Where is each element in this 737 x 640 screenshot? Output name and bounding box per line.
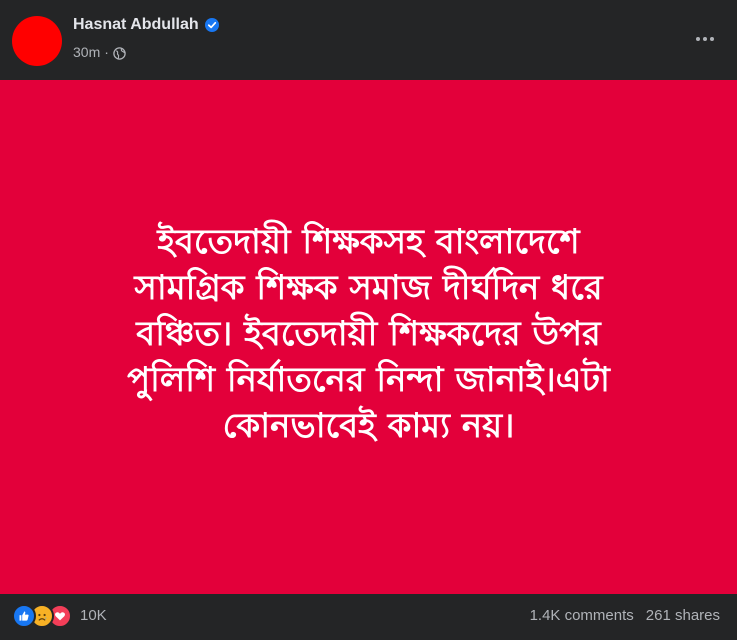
banner-text: ইবতেদায়ী শিক্ষকসহ বাংলাদেশে সামগ্রিক শি… [49,219,689,449]
reactions-summary[interactable]: 10K [12,604,107,628]
banner-line: কোনভাবেই কাম্য নয়। [222,406,515,446]
post-header: Hasnat Abdullah 30m · [0,0,737,80]
comments-count[interactable]: 1.4K comments [530,606,634,626]
post-timestamp[interactable]: 30m [73,43,100,61]
post-card: Hasnat Abdullah 30m · ইবতেদায়ী শিক্ষকসহ… [0,0,737,640]
author-row: Hasnat Abdullah [73,15,219,35]
globe-icon[interactable] [113,46,126,60]
dot-icon [703,37,707,41]
meta-separator: · [104,44,109,60]
more-options-button[interactable] [687,24,723,54]
reaction-count[interactable]: 10K [80,606,107,626]
banner-line: পুলিশি নির্যাতনের নিন্দা জানাই।এটা [127,360,610,400]
avatar[interactable] [12,16,62,66]
post-footer: 10K 1.4K comments 261 shares [0,594,737,640]
verified-badge-icon [204,18,219,32]
engagement-stats: 1.4K comments 261 shares [530,606,720,626]
dot-icon [710,37,714,41]
author-name[interactable]: Hasnat Abdullah [73,15,199,35]
post-meta: 30m · [73,43,126,61]
post-banner[interactable]: ইবতেদায়ী শিক্ষকসহ বাংলাদেশে সামগ্রিক শি… [0,80,737,594]
banner-line: ইবতেদায়ী শিক্ষকসহ বাংলাদেশে [157,222,580,262]
dot-icon [696,37,700,41]
shares-count[interactable]: 261 shares [646,606,720,626]
like-icon [12,604,36,628]
banner-line: বঞ্চিত। ইবতেদায়ী শিক্ষকদের উপর [136,314,601,354]
banner-line: সামগ্রিক শিক্ষক সমাজ দীর্ঘদিন ধরে [134,268,603,308]
